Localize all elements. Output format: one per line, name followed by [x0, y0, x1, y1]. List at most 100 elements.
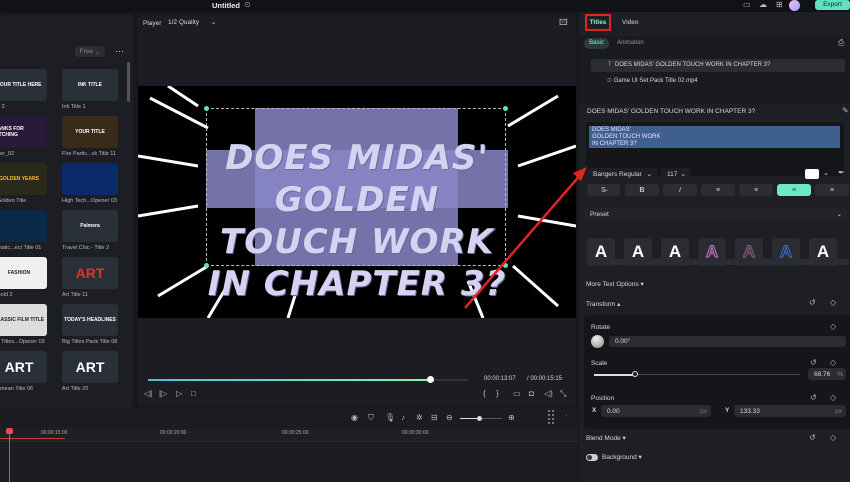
background-header[interactable]: Background ▾	[602, 453, 642, 461]
title-thumbnail[interactable]: THANKS FOR WATCHING	[0, 116, 47, 148]
title-thumbnail[interactable]: ART	[62, 351, 118, 383]
rotate-dial[interactable]	[591, 335, 604, 348]
playhead[interactable]	[6, 428, 13, 482]
align-left-button[interactable]: ≡	[739, 184, 773, 196]
keyframe-icon[interactable]: ◇	[830, 358, 836, 367]
stop-icon[interactable]: □	[191, 389, 196, 398]
tab-titles[interactable]: Titles	[585, 14, 611, 31]
position-x-input[interactable]: 0.00 px	[601, 405, 711, 417]
layer-item-title[interactable]: T DOES MIDAS' GOLDEN TOUCH WORK IN CHAPTE…	[591, 59, 845, 72]
font-size-dropdown[interactable]: 117 ⌄	[661, 168, 691, 180]
bold-button[interactable]: B	[625, 184, 659, 196]
title-thumbnail[interactable]: CLASSIC FILM TITLE	[0, 304, 47, 336]
title-thumbnail[interactable]: FASHION	[0, 257, 47, 289]
export-button[interactable]: Export	[815, 0, 850, 10]
keyframe-icon[interactable]: ◇	[830, 433, 836, 442]
title-thumbnail[interactable]: INK TITLE	[62, 69, 118, 101]
reset-icon[interactable]: ↺	[810, 393, 817, 402]
title-label: Art Title 11	[62, 292, 88, 298]
playback-progress[interactable]	[148, 376, 468, 383]
caption-icon[interactable]: ⊟	[431, 413, 438, 422]
project-title: Untitled	[212, 1, 240, 10]
ruler-tick: 00:00:25:00	[282, 430, 309, 436]
track-height-handle[interactable]	[548, 410, 554, 424]
blend-mode-header[interactable]: Blend Mode ▾	[586, 434, 626, 442]
snapshot-icon[interactable]: 🖾	[559, 17, 568, 31]
color-swatch[interactable]	[805, 169, 819, 179]
scale-label: Scale	[591, 360, 608, 367]
keyframe-icon[interactable]: ◇	[830, 322, 836, 331]
title-thumbnail[interactable]	[62, 163, 118, 195]
filter-value: Free	[79, 48, 94, 55]
subtab-basic[interactable]: Basic	[584, 38, 609, 49]
time-ruler[interactable]: 00:00:15:00 00:00:20:00 00:00:25:00 00:0…	[0, 428, 578, 442]
align-center-button[interactable]: ≡	[777, 184, 811, 196]
zoom-in-icon[interactable]: ⊕	[508, 413, 515, 422]
title-thumbnail[interactable]: TODAY'S HEADLINES	[62, 304, 118, 336]
timeline: ◉ ⛉ 🎙 ♪ ✲ ⊟ ⊖ ⊕ · 00:00:15:00 00:00:20:0…	[0, 408, 578, 482]
align-right-button[interactable]: ≡	[815, 184, 849, 196]
title-thumbnail[interactable]: YOUR TITLE	[62, 116, 118, 148]
reset-icon[interactable]: ↺	[809, 433, 816, 442]
gift-icon[interactable]: ⊞	[776, 0, 783, 9]
cloud-icon[interactable]: ☁	[759, 0, 767, 9]
title-label: e 2	[0, 104, 5, 110]
ruler-tick: 00:00:15:00	[41, 430, 68, 436]
fullscreen-icon[interactable]: ⤡	[560, 389, 566, 399]
scale-slider[interactable]	[594, 371, 800, 377]
mic-icon[interactable]: 🎙	[385, 413, 395, 422]
audio-icon[interactable]: ♪	[401, 413, 405, 422]
title-thumbnail[interactable]: ART	[62, 257, 118, 289]
x-label: X	[592, 407, 597, 414]
mark-out-icon[interactable]: }	[496, 389, 499, 398]
keyframe-icon[interactable]: ◇	[830, 298, 836, 307]
current-time: 00:00:13:07	[484, 376, 516, 382]
avatar[interactable]	[789, 0, 800, 11]
ruler-tick: 00:00:30:00	[402, 430, 429, 436]
next-frame-icon[interactable]: |▷	[159, 389, 167, 398]
more-icon[interactable]: ⋯	[115, 46, 124, 57]
marker-icon[interactable]: ⛉	[368, 413, 374, 423]
layer-item-video[interactable]: ⊙ Game UI Set Pack Title 02.mp4	[607, 77, 698, 84]
top-bar: Untitled ⊙ ▭ ☁ ⊞ Export	[0, 0, 850, 12]
render-icon[interactable]: ◉	[351, 413, 358, 422]
reset-icon[interactable]: ↺	[810, 358, 817, 367]
title-thumbnail[interactable]: ART	[0, 351, 47, 383]
position-label: Position	[591, 395, 615, 402]
edit-icon[interactable]: ✎	[842, 106, 849, 115]
scrollbar[interactable]	[127, 62, 130, 102]
scale-input[interactable]: 68.76%	[808, 368, 846, 380]
align-justify-button[interactable]: ≡	[701, 184, 735, 196]
play-icon[interactable]: ▷	[176, 389, 182, 398]
layout-icon[interactable]: ▭	[743, 0, 751, 9]
zoom-slider[interactable]	[460, 416, 502, 421]
italic-button[interactable]: I	[663, 184, 697, 196]
position-y-input[interactable]: 133.33 px	[734, 405, 846, 417]
background-toggle[interactable]	[586, 454, 598, 461]
display-icon[interactable]: ▭	[513, 389, 521, 398]
preset-header[interactable]: Preset ⌄	[585, 208, 847, 221]
more-dot-icon[interactable]: ·	[565, 412, 567, 419]
camera-icon[interactable]: ◘	[529, 389, 534, 398]
keyframe-icon[interactable]: ◇	[830, 393, 836, 402]
tab-video[interactable]: Video	[622, 19, 639, 26]
ai-icon[interactable]: ✲	[416, 413, 423, 422]
color-chevron-icon[interactable]: ⌄	[823, 169, 829, 177]
prev-frame-icon[interactable]: ◁|	[144, 389, 152, 398]
filter-dropdown[interactable]: Free ⌄	[75, 46, 105, 57]
eyedropper-icon[interactable]: ✒	[838, 168, 845, 177]
title-thumbnail[interactable]: Palmera	[62, 210, 118, 242]
subtab-animation[interactable]: Animation	[617, 40, 644, 46]
zoom-out-icon[interactable]: ⊖	[446, 413, 453, 422]
rotate-input[interactable]: 0.00°	[609, 336, 846, 347]
title-thumbnail[interactable]: GOLDEN YEARS	[0, 163, 47, 195]
mark-in-icon[interactable]: {	[483, 389, 486, 398]
save-preset-icon[interactable]: ⎙	[838, 38, 844, 48]
title-thumbnail[interactable]	[0, 210, 47, 242]
title-label: s Titles...Opener 03	[0, 339, 45, 345]
title-thumbnail[interactable]: YOUR TITLE HERE	[0, 69, 47, 101]
preset-expand[interactable]	[587, 259, 849, 265]
quality-dropdown[interactable]: 1/2 Quality ⌄	[168, 18, 223, 29]
reset-icon[interactable]: ↺	[809, 298, 816, 307]
volume-icon[interactable]: ◁)	[544, 389, 553, 398]
